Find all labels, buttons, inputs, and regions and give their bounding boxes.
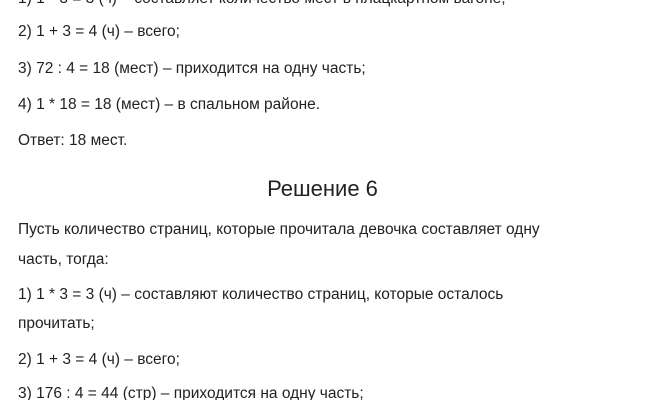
solution-a-step-3: 3) 72 : 4 = 18 (мест) – приходится на од…	[18, 60, 366, 77]
solution-b-step-3: 3) 176 : 4 = 44 (стр) – приходится на од…	[18, 385, 364, 400]
solution-a-step-2: 2) 1 + 3 = 4 (ч) – всего;	[18, 23, 180, 40]
solution-b-step-2: 2) 1 + 3 = 4 (ч) – всего;	[18, 351, 180, 368]
solution-a-step-1-partial: 1) 1 * 3 = 3 (ч) – составляет количество…	[18, 0, 621, 9]
solution-b-title: Решение 6	[267, 176, 378, 201]
solution-b-intro-line-1: Пусть количество страниц, которые прочит…	[18, 221, 540, 238]
solution-b-step-1-line-2: прочитать;	[18, 315, 95, 332]
solution-a-step-4: 4) 1 * 18 = 18 (мест) – в спальном район…	[18, 96, 321, 113]
solution-a-answer: Ответ: 18 мест.	[18, 132, 128, 149]
solution-document: 1) 1 * 3 = 3 (ч) – составляет количество…	[0, 0, 645, 400]
solution-b-intro-line-2: часть, тогда:	[18, 251, 109, 268]
solution-b-step-1-line-1: 1) 1 * 3 = 3 (ч) – составляют количество…	[18, 286, 504, 303]
